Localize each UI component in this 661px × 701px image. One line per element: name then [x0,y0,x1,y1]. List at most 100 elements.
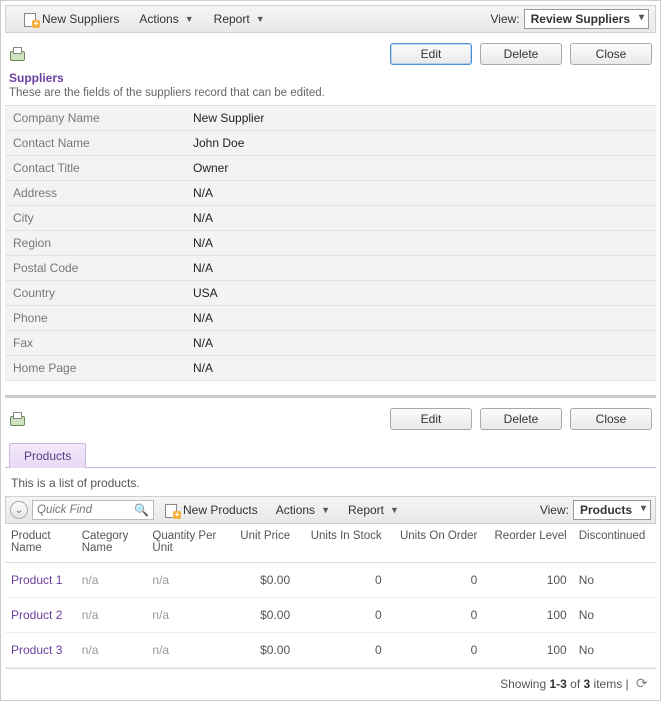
detail-value: Owner [185,156,656,180]
col-units-on-order[interactable]: Units On Order [388,524,484,563]
detail-label: Postal Code [5,256,185,280]
detail-row: CityN/A [5,206,656,231]
cell-categoryName: n/a [76,633,147,668]
footer-total: 3 [584,677,591,691]
detail-label: Home Page [5,356,185,380]
detail-value: John Doe [185,131,656,155]
detail-row: Contact NameJohn Doe [5,131,656,156]
detail-row: PhoneN/A [5,306,656,331]
detail-value: N/A [185,306,656,330]
col-discontinued[interactable]: Discontinued [573,524,656,563]
cell-reorderLevel: 100 [483,563,572,598]
col-category-name[interactable]: Category Name [76,524,147,563]
detail-value: USA [185,281,656,305]
detail-row: Contact TitleOwner [5,156,656,181]
view-label: View: [490,12,519,26]
search-icon[interactable]: 🔍 [134,503,149,517]
footer-mid: of [567,677,584,691]
cell-unitPrice: $0.00 [232,563,296,598]
suppliers-button-row: Edit Delete Close [5,33,656,71]
new-suppliers-label: New Suppliers [42,12,119,26]
col-qty-per-unit[interactable]: Quantity Per Unit [146,524,231,563]
products-table: Product Name Category Name Quantity Per … [5,524,656,668]
detail-label: Contact Title [5,156,185,180]
print-icon[interactable] [9,47,25,61]
new-page-icon: + [22,12,38,26]
tab-products[interactable]: Products [9,443,86,468]
detail-label: City [5,206,185,230]
products-actions-menu[interactable]: Actions ▼ [267,500,339,520]
chevron-down-icon: ▼ [185,14,194,24]
refresh-icon[interactable] [636,678,650,692]
cell-reorderLevel: 100 [483,598,572,633]
view-select[interactable]: Review Suppliers [524,9,649,29]
print-icon[interactable] [9,412,25,426]
new-suppliers-button[interactable]: + New Suppliers [12,9,129,29]
cell-unitsInStock: 0 [296,563,388,598]
close-button[interactable]: Close [570,408,652,430]
detail-label: Address [5,181,185,205]
cell-unitsInStock: 0 [296,598,388,633]
chevron-down-icon: ▼ [390,505,399,515]
col-reorder-level[interactable]: Reorder Level [483,524,572,563]
expand-toggle[interactable]: ⌄ [10,501,28,519]
view-selected-value: Review Suppliers [531,12,630,26]
cell-qtyPerUnit: n/a [146,598,231,633]
report-label: Report [214,12,250,26]
edit-button[interactable]: Edit [390,43,472,65]
products-view-select[interactable]: Products [573,500,651,520]
chevron-down-icon: ▼ [321,505,330,515]
view-selected-value: Products [580,503,632,517]
chevron-down-icon: ▼ [256,14,265,24]
cell-reorderLevel: 100 [483,633,572,668]
actions-label: Actions [139,12,178,26]
detail-value: N/A [185,231,656,255]
delete-button[interactable]: Delete [480,43,562,65]
edit-button[interactable]: Edit [390,408,472,430]
table-footer: Showing 1-3 of 3 items | [5,668,656,696]
detail-label: Contact Name [5,131,185,155]
cell-categoryName: n/a [76,563,147,598]
close-button[interactable]: Close [570,43,652,65]
col-units-in-stock[interactable]: Units In Stock [296,524,388,563]
new-products-button[interactable]: + New Products [154,500,267,520]
detail-value: N/A [185,331,656,355]
cell-qtyPerUnit: n/a [146,633,231,668]
footer-range: 1-3 [549,677,566,691]
view-label: View: [540,503,569,517]
quick-find-input[interactable] [37,504,129,516]
detail-row: CountryUSA [5,281,656,306]
detail-row: RegionN/A [5,231,656,256]
col-unit-price[interactable]: Unit Price [232,524,296,563]
tab-strip: Products [5,442,656,468]
cell-discontinued: No [573,598,656,633]
actions-menu[interactable]: Actions ▼ [129,9,203,29]
detail-label: Company Name [5,106,185,130]
footer-suffix: items | [590,677,632,691]
table-row[interactable]: Product 2n/an/a$0.0000100No [5,598,656,633]
report-menu[interactable]: Report ▼ [204,9,275,29]
cell-qtyPerUnit: n/a [146,563,231,598]
quick-find-box: 🔍 [32,500,154,520]
products-description: This is a list of products. [5,468,656,496]
cell-productName[interactable]: Product 3 [5,633,76,668]
suppliers-title: Suppliers [5,71,656,87]
cell-productName[interactable]: Product 2 [5,598,76,633]
cell-unitsInStock: 0 [296,633,388,668]
cell-unitPrice: $0.00 [232,598,296,633]
detail-value: N/A [185,206,656,230]
new-products-label: New Products [183,503,258,517]
products-toolbar: ⌄ 🔍 + New Products Actions ▼ Report ▼ Vi… [5,496,656,524]
delete-button[interactable]: Delete [480,408,562,430]
detail-row: Company NameNew Supplier [5,106,656,131]
suppliers-subtitle: These are the fields of the suppliers re… [5,87,656,105]
detail-value: New Supplier [185,106,656,130]
table-row[interactable]: Product 3n/an/a$0.0000100No [5,633,656,668]
detail-row: Postal CodeN/A [5,256,656,281]
detail-row: Home PageN/A [5,356,656,381]
report-label: Report [348,503,384,517]
table-row[interactable]: Product 1n/an/a$0.0000100No [5,563,656,598]
products-report-menu[interactable]: Report ▼ [339,500,408,520]
col-product-name[interactable]: Product Name [5,524,76,563]
cell-productName[interactable]: Product 1 [5,563,76,598]
